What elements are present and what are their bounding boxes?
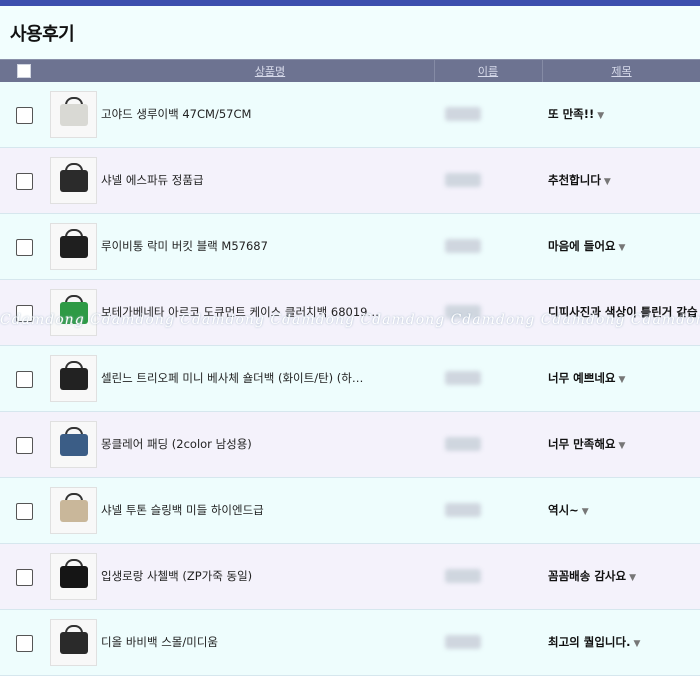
reviewer-name-blurred: [445, 371, 481, 385]
reviewer-name-blurred: [445, 239, 481, 253]
review-title-text: 너무 예쁘네요: [548, 371, 616, 385]
reviewer-name-blurred: [445, 503, 481, 517]
caret-down-icon[interactable]: ▼: [597, 111, 604, 121]
table-row[interactable]: 셀린느 트리오페 미니 베사체 숄더백 (화이트/탄) (하… 너무 예쁘네요 ▼: [0, 346, 700, 412]
table-header: 상품명 이름 제목: [0, 59, 700, 82]
caret-down-icon[interactable]: ▼: [604, 177, 611, 187]
review-title-text: 추천합니다: [548, 173, 601, 187]
product-name-link[interactable]: 몽클레어 패딩 (2color 남성용): [101, 412, 431, 477]
table-row[interactable]: 몽클레어 패딩 (2color 남성용) 너무 만족해요 ▼: [0, 412, 700, 478]
product-thumbnail[interactable]: [50, 157, 97, 204]
product-name-link[interactable]: 입생로랑 사첼백 (ZP가죽 동일): [101, 544, 431, 609]
header-product[interactable]: 상품명: [110, 63, 430, 79]
bag-body-shape: [60, 632, 88, 654]
product-name-link[interactable]: 디올 바비백 스몰/미디움: [101, 610, 431, 675]
table-row[interactable]: 샤넬 투톤 슬링백 미들 하이엔드급 역시~ ▼: [0, 478, 700, 544]
select-all-checkbox[interactable]: [17, 64, 31, 78]
watermark-text: Cdamdong Cdamdong Cdamdong Cdamdong Cdam…: [0, 312, 700, 328]
row-checkbox[interactable]: [16, 569, 33, 586]
review-title-text: 꼼꼼배송 감사요: [548, 569, 627, 583]
caret-down-icon[interactable]: ▼: [629, 573, 636, 583]
review-title-link[interactable]: 꼼꼼배송 감사요 ▼: [548, 544, 700, 609]
review-title-link[interactable]: 마음에 들어요 ▼: [548, 214, 700, 279]
review-table: 상품명 이름 제목 고야드 생루이백 47CM/57CM 또 만족!! ▼ 샤넬 에스…: [0, 59, 700, 676]
review-title-link[interactable]: 너무 만족해요 ▼: [548, 412, 700, 477]
product-name-link[interactable]: 셀린느 트리오페 미니 베사체 숄더백 (화이트/탄) (하…: [101, 346, 431, 411]
row-checkbox[interactable]: [16, 173, 33, 190]
product-name-link[interactable]: 고야드 생루이백 47CM/57CM: [101, 82, 431, 147]
product-thumbnail[interactable]: [50, 553, 97, 600]
page-title: 사용후기: [10, 24, 75, 45]
caret-down-icon[interactable]: ▼: [618, 441, 625, 451]
reviewer-name-blurred: [445, 635, 481, 649]
product-name-link[interactable]: 샤넬 에스파듀 정품급: [101, 148, 431, 213]
row-checkbox[interactable]: [16, 107, 33, 124]
caret-down-icon[interactable]: ▼: [618, 375, 625, 385]
review-title-link[interactable]: 최고의 퀄입니다. ▼: [548, 610, 700, 675]
review-title-text: 또 만족!!: [548, 107, 595, 121]
product-thumbnail[interactable]: [50, 487, 97, 534]
review-title-text: 최고의 퀄입니다.: [548, 635, 631, 649]
product-thumbnail[interactable]: [50, 421, 97, 468]
product-thumbnail[interactable]: [50, 355, 97, 402]
table-body: 고야드 생루이백 47CM/57CM 또 만족!! ▼ 샤넬 에스파듀 정품급 추천합니…: [0, 82, 700, 676]
product-thumbnail[interactable]: [50, 223, 97, 270]
row-checkbox[interactable]: [16, 239, 33, 256]
table-row[interactable]: 입생로랑 사첼백 (ZP가죽 동일) 꼼꼼배송 감사요 ▼: [0, 544, 700, 610]
row-checkbox[interactable]: [16, 437, 33, 454]
product-thumbnail[interactable]: [50, 619, 97, 666]
caret-down-icon[interactable]: ▼: [633, 639, 640, 649]
header-name[interactable]: 이름: [435, 63, 541, 79]
product-name-link[interactable]: 샤넬 투톤 슬링백 미들 하이엔드급: [101, 478, 431, 543]
row-checkbox[interactable]: [16, 503, 33, 520]
row-checkbox[interactable]: [16, 371, 33, 388]
review-title-text: 마음에 들어요: [548, 239, 616, 253]
bag-body-shape: [60, 566, 88, 588]
review-title-link[interactable]: 너무 예쁘네요 ▼: [548, 346, 700, 411]
reviewer-name-blurred: [445, 569, 481, 583]
reviewer-name-blurred: [445, 173, 481, 187]
reviewer-name-blurred: [445, 107, 481, 121]
reviewer-name-blurred: [445, 437, 481, 451]
top-accent-bar: [0, 0, 700, 6]
review-title-text: 역시~: [548, 503, 579, 517]
table-row[interactable]: 루이비통 락미 버킷 블랙 M57687 마음에 들어요 ▼: [0, 214, 700, 280]
bag-body-shape: [60, 368, 88, 390]
bag-body-shape: [60, 236, 88, 258]
review-title-link[interactable]: 추천합니다 ▼: [548, 148, 700, 213]
bag-body-shape: [60, 434, 88, 456]
table-row[interactable]: 샤넬 에스파듀 정품급 추천합니다 ▼: [0, 148, 700, 214]
review-title-text: 너무 만족해요: [548, 437, 616, 451]
bag-body-shape: [60, 170, 88, 192]
review-title-link[interactable]: 역시~ ▼: [548, 478, 700, 543]
caret-down-icon[interactable]: ▼: [618, 243, 625, 253]
product-thumbnail[interactable]: [50, 91, 97, 138]
bag-body-shape: [60, 104, 88, 126]
caret-down-icon[interactable]: ▼: [582, 507, 589, 517]
header-title[interactable]: 제목: [543, 63, 700, 79]
table-row[interactable]: 디올 바비백 스몰/미디움 최고의 퀄입니다. ▼: [0, 610, 700, 676]
table-row[interactable]: 고야드 생루이백 47CM/57CM 또 만족!! ▼: [0, 82, 700, 148]
row-checkbox[interactable]: [16, 635, 33, 652]
review-title-link[interactable]: 또 만족!! ▼: [548, 82, 700, 147]
bag-body-shape: [60, 500, 88, 522]
product-name-link[interactable]: 루이비통 락미 버킷 블랙 M57687: [101, 214, 431, 279]
